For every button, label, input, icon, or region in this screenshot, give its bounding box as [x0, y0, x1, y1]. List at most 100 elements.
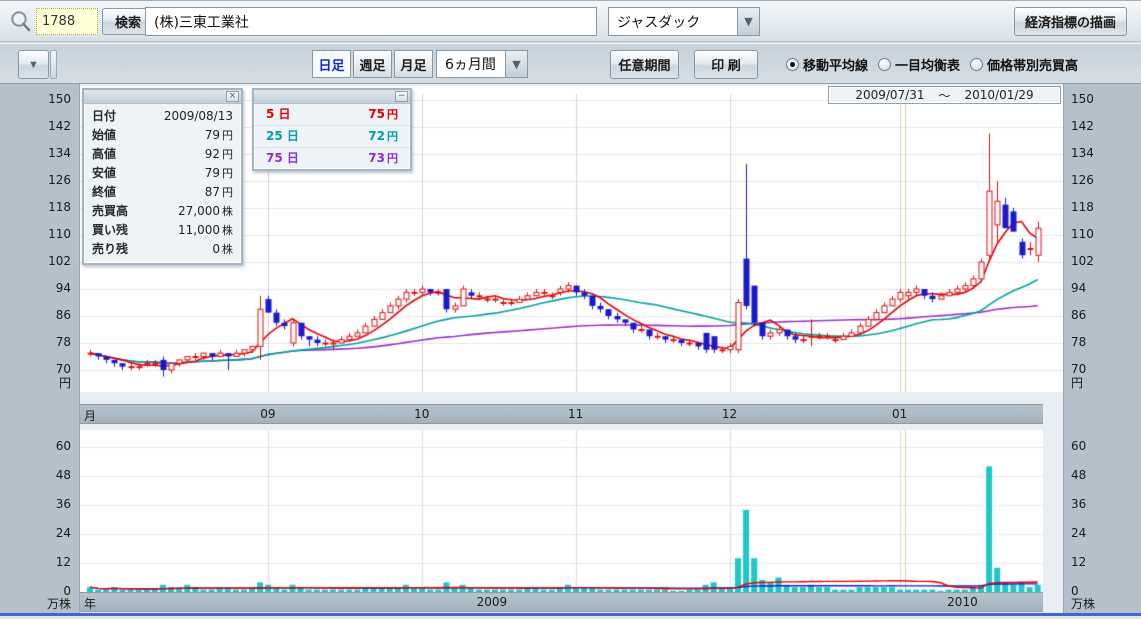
info-row-value: 27,000株 — [178, 203, 233, 220]
expander-button[interactable]: ▼ — [18, 50, 49, 79]
legend-row: 25 日72円 — [254, 126, 410, 148]
volume-axis-tick: 60 — [56, 439, 71, 454]
price-axis-tick: 118 — [1071, 200, 1094, 215]
price-axis-tick: 78 — [56, 335, 71, 350]
radio-icon[interactable] — [786, 58, 799, 71]
price-axis-tick: 102 — [48, 254, 71, 269]
info-row-unit: 株 — [222, 243, 233, 256]
info-row: 売買高27,000株 — [84, 202, 241, 221]
toolbar-row-2: ▼ 日足週足月足 6ヵ月間 ▼ 任意期間 印 刷 移動平均線一目均衡表価格帯別売… — [0, 43, 1141, 84]
legend-row: 75 日 73円 — [254, 148, 410, 169]
legend-rows: 5 日 75円25 日72円75 日 73円 — [254, 104, 410, 169]
month-axis-strip: 月0910111201 — [80, 404, 1043, 424]
price-axis-tick: 110 — [48, 227, 71, 242]
legend-period-label: 75 日 — [266, 148, 299, 169]
info-row-label: 終値 — [92, 184, 116, 201]
radio-icon[interactable] — [878, 58, 891, 71]
stock-code-input[interactable] — [36, 8, 98, 35]
info-row: 日付2009/08/13 — [84, 107, 241, 126]
info-box-titlebar[interactable]: × — [84, 90, 241, 104]
info-row-label: 高値 — [92, 146, 116, 163]
price-axis-tick: 142 — [48, 119, 71, 134]
quote-info-box[interactable]: × 日付2009/08/13始値 79円高値92円安値 79円終値 87円売買高27,… — [82, 88, 243, 265]
legend-period-label: 25 日 — [266, 126, 299, 147]
price-axis-tick: 118 — [48, 200, 71, 215]
range-select-value: 6ヵ月間 — [437, 51, 505, 77]
close-icon[interactable]: × — [226, 91, 239, 102]
date-range-label: 2009/07/31 ～ 2010/01/29 — [828, 86, 1061, 104]
legend-period-label: 5 日 — [266, 104, 291, 125]
price-axis-tick: 134 — [1071, 146, 1094, 161]
range-end: 2010/01/29 — [965, 88, 1034, 102]
volume-axis-unit: 万株 — [47, 597, 71, 612]
info-row-unit: 円 — [222, 129, 233, 142]
legend-box-titlebar[interactable]: − — [254, 90, 410, 104]
info-row: 売り残0株 — [84, 240, 241, 259]
info-row-value: 0株 — [212, 241, 233, 258]
info-row-unit: 株 — [222, 224, 233, 237]
price-axis-tick: 94 — [56, 281, 71, 296]
radio-一目均衡表[interactable]: 一目均衡表 — [878, 55, 960, 74]
radio-icon[interactable] — [970, 58, 983, 71]
info-row: 買い残11,000株 — [84, 221, 241, 240]
radio-価格帯別売買高[interactable]: 価格帯別売買高 — [970, 55, 1078, 74]
chevron-down-icon[interactable]: ▼ — [505, 51, 527, 77]
volume-axis-tick: 48 — [56, 468, 71, 483]
price-axis-tick: 142 — [1071, 119, 1094, 134]
info-row-unit: 円 — [222, 148, 233, 161]
market-select-value: ジャスダック — [609, 8, 737, 35]
volume-axis-tick: 24 — [1071, 526, 1086, 541]
chart-zone: 15014213412611811010294867870円6048362412… — [0, 84, 1141, 613]
range-start: 2009/07/31 — [855, 88, 924, 102]
volume-bar-chart[interactable] — [80, 430, 1043, 592]
info-row-value: 87円 — [205, 184, 233, 201]
legend-value: 75円 — [368, 104, 398, 125]
info-row-label: 始値 — [92, 127, 116, 144]
range-select[interactable]: 6ヵ月間 ▼ — [436, 50, 528, 78]
info-row-unit: 円 — [222, 167, 233, 180]
range-separator: ～ — [938, 87, 950, 104]
radio-移動平均線[interactable]: 移動平均線 — [786, 55, 868, 74]
market-select[interactable]: ジャスダック ▼ — [608, 7, 760, 36]
price-axis-tick: 134 — [48, 146, 71, 161]
print-button[interactable]: 印 刷 — [694, 50, 758, 79]
info-box-rows: 日付2009/08/13始値 79円高値92円安値 79円終値 87円売買高27,00… — [84, 104, 241, 263]
price-axis-tick: 110 — [1071, 227, 1094, 242]
year-axis-strip: 年20092010 — [80, 592, 1043, 612]
info-row-value: 11,000株 — [178, 222, 233, 239]
custom-period-button[interactable]: 任意期間 — [610, 50, 679, 79]
info-row: 終値 87円 — [84, 183, 241, 202]
tab-日足[interactable]: 日足 — [312, 50, 351, 78]
tab-月足[interactable]: 月足 — [394, 50, 433, 78]
info-row: 高値92円 — [84, 145, 241, 164]
info-row-label: 安値 — [92, 165, 116, 182]
info-row-unit: 円 — [222, 186, 233, 199]
panel-handle[interactable] — [50, 50, 57, 79]
price-axis-tick: 150 — [1071, 92, 1094, 107]
period-tabs: 日足週足月足 — [312, 50, 435, 78]
info-row: 始値 79円 — [84, 126, 241, 145]
window-bottom-border — [0, 613, 1141, 616]
left-axis-gutter: 15014213412611811010294867870円6048362412… — [0, 84, 80, 613]
chevron-down-icon[interactable]: ▼ — [737, 8, 759, 35]
ma-legend-box[interactable]: − 5 日 75円25 日72円75 日 73円 — [252, 88, 412, 171]
volume-axis-tick: 48 — [1071, 468, 1086, 483]
volume-axis-tick: 36 — [1071, 497, 1086, 512]
minimize-icon[interactable]: − — [395, 91, 408, 102]
year-label: 2010 — [947, 595, 978, 609]
price-axis-tick: 86 — [56, 308, 71, 323]
legend-value: 73円 — [368, 148, 398, 169]
info-row-unit: 株 — [222, 205, 233, 218]
info-row-label: 日付 — [92, 108, 116, 125]
info-row-value: 79円 — [205, 127, 233, 144]
radio-label: 移動平均線 — [803, 55, 868, 74]
tab-週足[interactable]: 週足 — [353, 50, 392, 78]
economic-indicator-button[interactable]: 経済指標の描画 — [1014, 7, 1127, 36]
company-name-field[interactable] — [145, 7, 597, 36]
volume-axis-tick: 24 — [56, 526, 71, 541]
legend-unit: 円 — [387, 108, 398, 121]
month-label: 12 — [722, 407, 737, 421]
legend-unit: 円 — [387, 130, 398, 143]
price-axis-tick: 150 — [48, 92, 71, 107]
price-axis-tick: 78 — [1071, 335, 1086, 350]
